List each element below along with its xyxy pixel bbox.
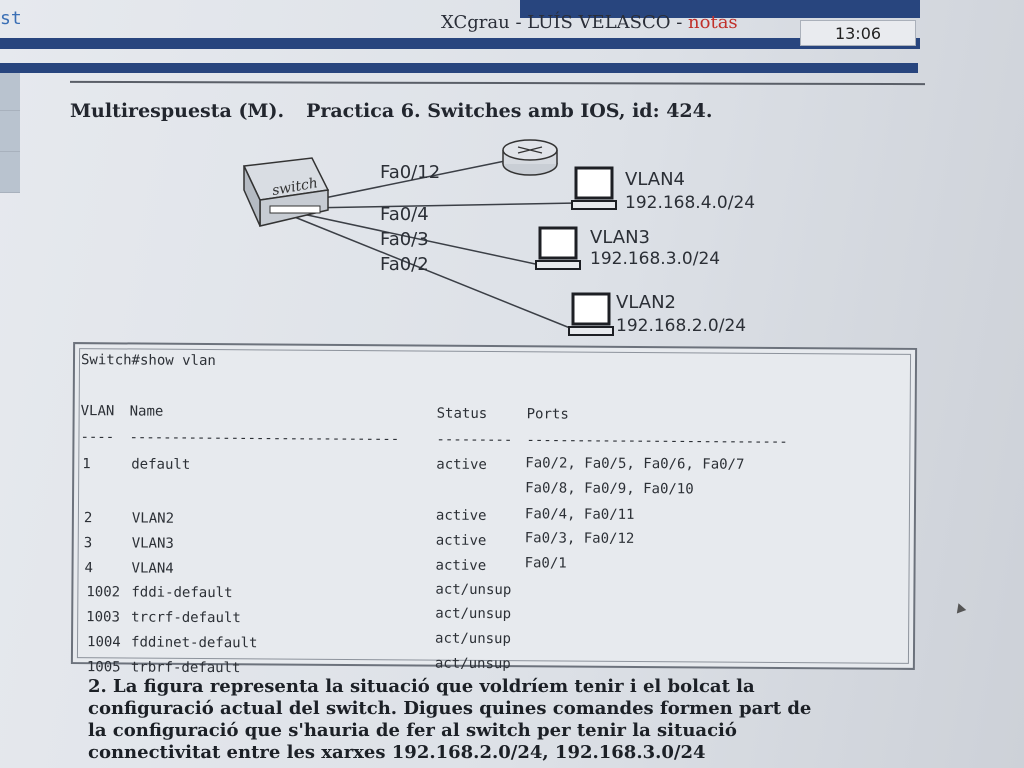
vlan-status: act/unsup bbox=[434, 655, 511, 673]
separator-vlan: ---- bbox=[80, 429, 115, 446]
vlan-ports: Fa0/1 bbox=[524, 555, 567, 572]
computer-icon bbox=[571, 166, 617, 210]
vlan-id: 3 bbox=[83, 535, 93, 552]
port-label: Fa0/3 bbox=[380, 229, 429, 250]
separator-ports: ------------------------------- bbox=[526, 432, 788, 451]
vlan-status: active bbox=[435, 532, 487, 549]
vlan-id: 1002 bbox=[86, 584, 121, 601]
host-network: 192.168.2.0/24 bbox=[616, 316, 746, 336]
vlan-id: 1003 bbox=[86, 609, 120, 626]
vlan-ports: Fa0/8, Fa0/9, Fa0/10 bbox=[525, 480, 694, 498]
vlan-status: act/unsup bbox=[435, 581, 512, 599]
cli-command: Switch#show vlan bbox=[80, 352, 216, 370]
title-main: XCgrau - LUÍS VELASCO - bbox=[441, 12, 689, 33]
window-title: XCgrau - LUÍS VELASCO - notas bbox=[441, 12, 738, 33]
host-vlan: VLAN4 bbox=[625, 169, 685, 190]
col-header-ports: Ports bbox=[526, 406, 569, 423]
question-type: Multirespuesta (M). bbox=[70, 100, 285, 122]
header-band-lower bbox=[0, 63, 918, 73]
vlan-name: fddi-default bbox=[131, 584, 233, 602]
question-line: 2. La figura representa la situació que … bbox=[88, 676, 755, 697]
divider bbox=[69, 80, 926, 86]
link-line bbox=[304, 202, 579, 209]
vlan-name: VLAN4 bbox=[131, 560, 174, 577]
header-left-fragment: st bbox=[0, 8, 22, 29]
port-label: Fa0/2 bbox=[380, 254, 429, 275]
vlan-id: 1005 bbox=[86, 659, 121, 676]
mouse-cursor-icon bbox=[953, 601, 967, 614]
vlan-name: trcrf-default bbox=[131, 609, 241, 627]
vlan-name: fddinet-default bbox=[130, 634, 258, 652]
question-line: la configuració que s'hauria de fer al s… bbox=[88, 720, 737, 741]
vlan-name: VLAN2 bbox=[131, 510, 175, 527]
vlan-status: active bbox=[435, 557, 487, 574]
host-network: 192.168.3.0/24 bbox=[590, 249, 720, 269]
computer-icon bbox=[535, 226, 581, 270]
side-tab[interactable] bbox=[0, 152, 20, 193]
switch-icon: switch bbox=[242, 157, 330, 227]
question-line: connectivitat entre les xarxes 192.168.2… bbox=[88, 742, 706, 763]
title-notas[interactable]: notas bbox=[688, 12, 738, 33]
question-body: 2. La figura representa la situació que … bbox=[88, 676, 811, 764]
link-line bbox=[291, 215, 576, 331]
col-header-vlan: VLAN bbox=[80, 403, 115, 420]
col-header-name: Name bbox=[129, 403, 164, 420]
separator-status: --------- bbox=[436, 431, 513, 449]
clock-display: 13:06 bbox=[800, 20, 916, 46]
vlan-status: active bbox=[435, 507, 487, 524]
vlan-name: trbrf-default bbox=[130, 659, 241, 677]
vlan-ports: Fa0/3, Fa0/12 bbox=[524, 530, 635, 547]
host-vlan: VLAN3 bbox=[590, 227, 650, 248]
side-tab[interactable] bbox=[0, 111, 20, 152]
page: st XCgrau - LUÍS VELASCO - notas 13:06 M… bbox=[0, 0, 1024, 768]
host-vlan: VLAN2 bbox=[616, 292, 676, 313]
vlan-id: 1004 bbox=[86, 634, 121, 651]
vlan-status: act/unsup bbox=[435, 605, 512, 623]
vlan-name: VLAN3 bbox=[131, 535, 174, 552]
separator-name: -------------------------------- bbox=[129, 429, 400, 448]
vlan-id: 2 bbox=[83, 510, 93, 527]
vlan-status: act/unsup bbox=[435, 630, 511, 648]
question-practice: Practica 6. Switches amb IOS, id: 424. bbox=[306, 100, 713, 122]
host-network: 192.168.4.0/24 bbox=[625, 193, 755, 213]
port-label: Fa0/4 bbox=[380, 204, 429, 225]
side-tab-strip[interactable] bbox=[0, 70, 20, 193]
port-label: Fa0/12 bbox=[380, 162, 440, 183]
vlan-id: 4 bbox=[84, 560, 94, 577]
vlan-ports: Fa0/2, Fa0/5, Fa0/6, Fa0/7 bbox=[525, 455, 745, 473]
vlan-name: default bbox=[131, 456, 191, 473]
question-title: Multirespuesta (M). Practica 6. Switches … bbox=[70, 100, 712, 122]
side-tab[interactable] bbox=[0, 70, 20, 111]
router-icon bbox=[502, 139, 558, 176]
vlan-ports: Fa0/4, Fa0/11 bbox=[524, 506, 635, 523]
col-header-status: Status bbox=[436, 405, 488, 422]
vlan-status: active bbox=[436, 456, 487, 473]
network-diagram: switch Fa0/12 Fa0/4 Fa0/3 Fa0/2 VLAN4 19… bbox=[242, 139, 755, 336]
question-line: configuració actual del switch. Digues q… bbox=[88, 698, 812, 719]
show-vlan-output: Switch#show vlan VLAN Name Status Ports … bbox=[70, 342, 918, 676]
header-band bbox=[0, 38, 920, 49]
computer-icon bbox=[568, 292, 614, 336]
vlan-id: 1 bbox=[82, 456, 91, 473]
